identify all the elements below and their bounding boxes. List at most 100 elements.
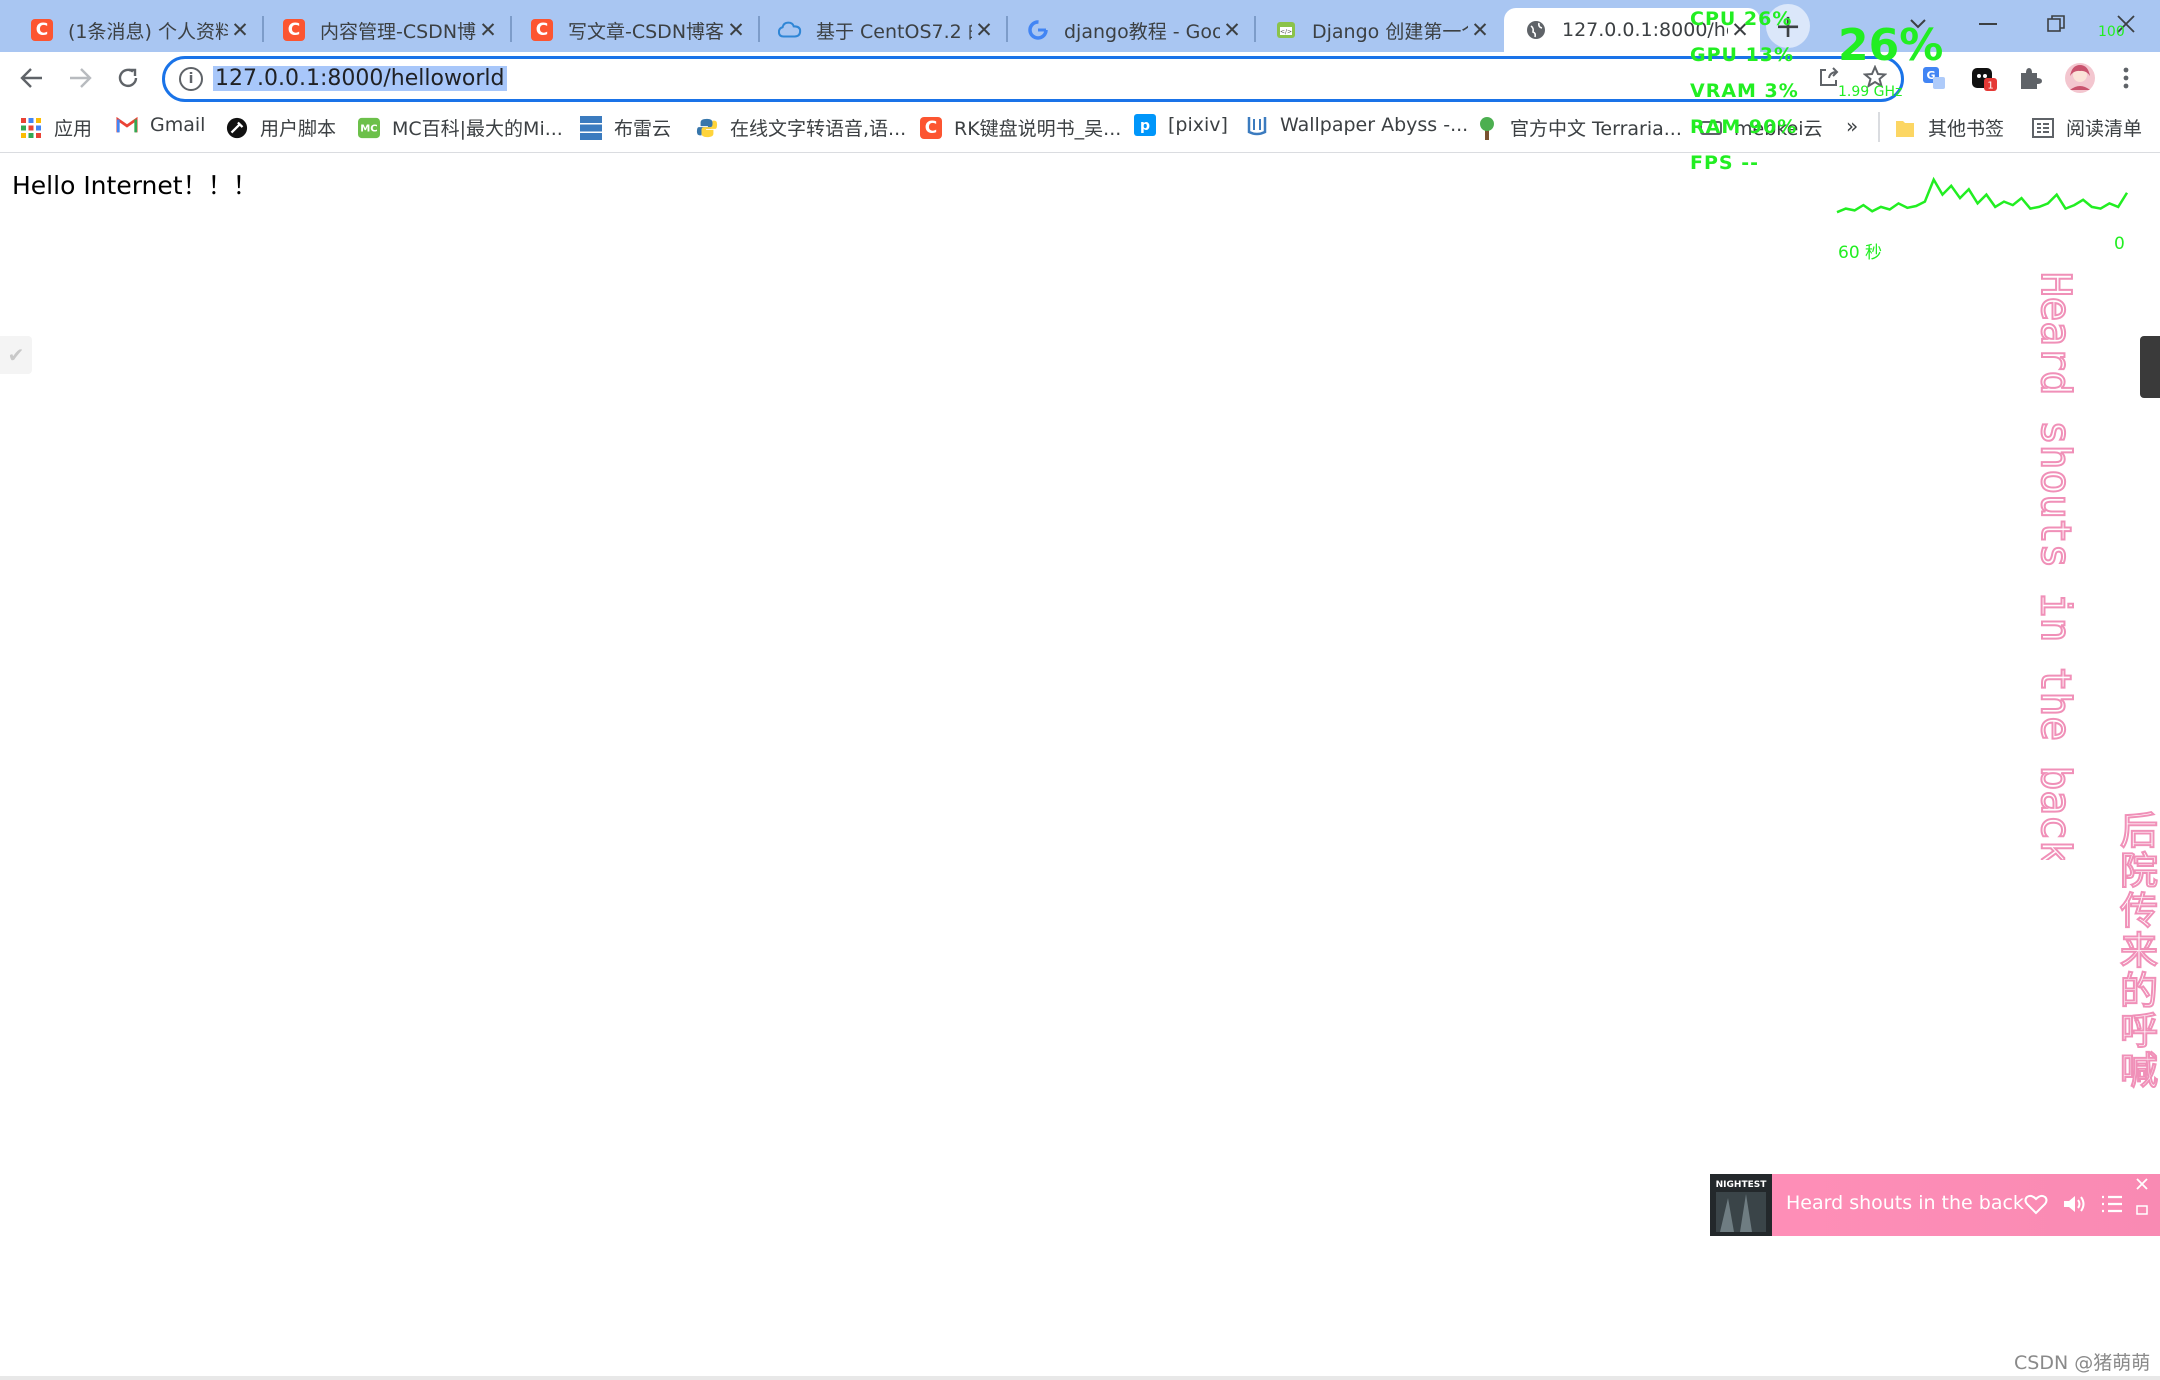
avatar[interactable] (2064, 62, 2096, 94)
close-icon[interactable]: ✕ (724, 18, 748, 42)
restore-button[interactable] (2034, 6, 2078, 42)
perf-scale-max: 100 (2098, 24, 2125, 40)
bookmark-mcmod[interactable]: MC MC百科|最大的Mi... (358, 114, 563, 141)
heart-icon[interactable] (2024, 1192, 2048, 1216)
bookmark-label: 在线文字转语音,语... (730, 118, 907, 140)
menu-kebab-icon[interactable] (2112, 64, 2140, 92)
bookmark-wallpaper-abyss[interactable]: Wallpaper Abyss -... (1246, 114, 1468, 136)
csdn-icon: C (30, 18, 54, 42)
lyric-chinese-glyph: 呼 (2120, 1009, 2158, 1053)
lyric-chinese-glyph: 来 (2120, 929, 2158, 973)
watermark: CSDN @猪萌萌 (2014, 1352, 2151, 1374)
close-icon[interactable]: ✕ (972, 18, 996, 42)
bookmark-apps[interactable]: 应用 (20, 114, 92, 141)
desktop-lyric-english: Heard shouts in the backyard (2031, 272, 2080, 860)
address-bar-url[interactable]: 127.0.0.1:8000/helloworld (213, 66, 507, 91)
close-icon[interactable]: ✕ (476, 18, 500, 42)
bookmark-rk-keyboard[interactable]: C RK键盘说明书_吴... (920, 114, 1121, 141)
userscript-icon (226, 117, 248, 139)
album-cover-text: NIGHTEST (1716, 1180, 1768, 1190)
bookmark-label: 官方中文 Terraria... (1510, 118, 1682, 140)
pixiv-icon: p (1134, 114, 1156, 136)
page-content-text: Hello Internet！！！ (12, 171, 258, 200)
forward-button[interactable] (58, 56, 102, 100)
browser-toolbar: i 127.0.0.1:8000/helloworld G 1 (0, 52, 2160, 104)
reading-list-icon (2032, 117, 2054, 139)
player-song-title: Heard shouts in the back (1786, 1192, 2024, 1214)
svg-text:1: 1 (1987, 81, 1993, 92)
bookmark-label: [pixiv] (1168, 114, 1228, 136)
music-player-bar[interactable]: NIGHTEST Heard shouts in the back (1710, 1174, 2160, 1236)
svg-text:MC: MC (360, 123, 377, 134)
tab-title: Django 创建第一个 (1312, 20, 1468, 43)
gmail-icon (116, 114, 138, 136)
tab-profile[interactable]: C (1条消息) 个人资料 ✕ (10, 8, 260, 52)
perf-scale-right: 0 (2114, 234, 2125, 254)
close-icon[interactable]: ✕ (1468, 18, 1492, 42)
perf-usage-graph (1836, 176, 2128, 214)
folder-icon (1894, 117, 1916, 139)
close-icon[interactable]: ✕ (228, 18, 252, 42)
tab-centos[interactable]: 基于 CentOS7.2 的 ✕ (758, 8, 1004, 52)
perf-usage-line (1836, 176, 2128, 214)
lyric-chinese-glyph: 传 (2120, 889, 2158, 933)
python-icon (696, 117, 718, 139)
bookmark-other[interactable]: 其他书签 (1894, 114, 2004, 141)
bookmark-terraria[interactable]: 官方中文 Terraria... (1476, 114, 1682, 141)
bookmark-label: Wallpaper Abyss -... (1280, 114, 1469, 136)
side-panel-handle[interactable] (2140, 336, 2160, 398)
desktop-lyric-chinese: 后院传来的呼喊 (2119, 808, 2159, 1094)
bookmark-label: MC百科|最大的Mi... (392, 118, 563, 140)
terraria-icon (1476, 116, 1498, 140)
tab-write-article[interactable]: C 写文章-CSDN博客 ✕ (510, 8, 756, 52)
bookmarks-overflow-button[interactable]: » (1846, 114, 1858, 138)
tab-title: 基于 CentOS7.2 的 (816, 20, 972, 43)
tab-django-google[interactable]: django教程 - Goo ✕ (1006, 8, 1252, 52)
tab-title: django教程 - Goo (1064, 20, 1220, 43)
tab-title: 写文章-CSDN博客 (568, 20, 724, 43)
close-icon[interactable]: ✕ (1220, 18, 1244, 42)
playlist-icon[interactable] (2100, 1192, 2124, 1216)
bookmark-gmail[interactable]: Gmail (116, 114, 205, 136)
lyric-chinese-glyph: 的 (2120, 969, 2158, 1013)
tab-content-management[interactable]: C 内容管理-CSDN博 ✕ (262, 8, 508, 52)
web-icon: </> (1274, 18, 1298, 42)
bookmark-pixiv[interactable]: p [pixiv] (1134, 114, 1228, 136)
tab-django-create[interactable]: </> Django 创建第一个 ✕ (1254, 8, 1500, 52)
lyric-chinese-glyph: 后 (2120, 809, 2158, 853)
bookmark-userscript[interactable]: 用户脚本 (226, 114, 336, 141)
reload-button[interactable] (106, 56, 150, 100)
bookmark-label: RK键盘说明书_吴... (954, 118, 1122, 140)
minimize-button[interactable] (1966, 6, 2010, 42)
perf-gpu: GPU 13% (1690, 44, 1795, 66)
bookmark-tts[interactable]: 在线文字转语音,语... (696, 114, 906, 141)
lyric-chinese-glyph: 喊 (2120, 1049, 2158, 1093)
svg-text:p: p (1140, 118, 1150, 134)
lyric-chinese-glyph: 院 (2120, 849, 2158, 893)
site-info-icon[interactable]: i (179, 67, 203, 91)
check-widget-icon[interactable]: ✔ (0, 336, 32, 374)
lyric-chinese-text: 后院传来的呼喊 (2120, 809, 2158, 1093)
globe-icon (1524, 18, 1548, 42)
extensions-puzzle-icon[interactable] (2016, 64, 2044, 92)
apps-grid-icon (20, 117, 42, 139)
bookmark-label: Gmail (150, 114, 206, 136)
bookmark-reading-list[interactable]: 阅读清单 (2032, 114, 2142, 141)
userscript-extension-icon[interactable]: 1 (1970, 64, 1998, 92)
perf-frequency: 1.99 GHz (1838, 84, 1903, 100)
csdn-icon: C (530, 18, 554, 42)
bookmark-label: 阅读清单 (2066, 118, 2143, 140)
google-icon (1026, 18, 1050, 42)
perf-ram: RAM 90% (1690, 116, 1798, 138)
player-close-icon[interactable] (2134, 1176, 2150, 1196)
address-bar[interactable]: i 127.0.0.1:8000/helloworld (162, 56, 1904, 102)
perf-usage-value: 26% (1838, 20, 1944, 71)
back-button[interactable] (10, 56, 54, 100)
volume-icon[interactable] (2062, 1192, 2086, 1216)
player-minimize-icon[interactable] (2136, 1200, 2148, 1219)
tab-strip: C (1条消息) 个人资料 ✕ C 内容管理-CSDN博 ✕ C 写文章-CSD… (0, 0, 2160, 52)
bookmark-bulei-cloud[interactable]: 布雷云 (580, 114, 671, 141)
svg-text:</>: </> (1280, 29, 1292, 36)
album-cover[interactable]: NIGHTEST (1710, 1174, 1772, 1236)
csdn-icon: C (920, 116, 942, 139)
